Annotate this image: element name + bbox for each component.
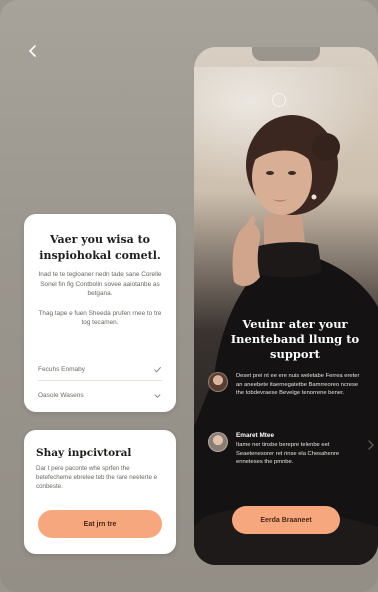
testimonial-name: Emaret Mtee xyxy=(236,432,275,439)
option-label: Oasole Wasens xyxy=(38,391,84,399)
support-card-button[interactable]: Eat jrn tre xyxy=(38,510,162,538)
option-label: Fecuhs Enmaby xyxy=(38,366,85,373)
screen-background: Vaer you wisa to inspiohokal cometl. Ina… xyxy=(0,0,378,592)
support-card-body: Dar t pere paconte whe sprfen the betefe… xyxy=(36,465,158,490)
back-button[interactable] xyxy=(22,40,44,62)
phone-heading: Veuinr ater your Inenteband llung to sup… xyxy=(230,317,360,361)
support-card: Shay inpcivtoral Dar t pere paconte whe … xyxy=(24,430,176,554)
testimonial-text: Deset prei nt ee ere nuis weletabe Ferre… xyxy=(236,373,360,397)
option-row-2[interactable]: Oasole Wasens xyxy=(38,384,162,406)
chevron-right-icon[interactable] xyxy=(366,438,376,452)
info-card-body-secondary: Thag tape e fuen Sheeda prufen rnee to t… xyxy=(38,309,162,327)
avatar xyxy=(208,372,228,392)
info-card-body: Inad te te tegloaner nedn tade sane Core… xyxy=(38,271,162,297)
info-card: Vaer you wisa to inspiohokal cometl. Ina… xyxy=(24,214,176,412)
info-card-title: Vaer you wisa to inspiohokal cometl. xyxy=(39,233,161,262)
avatar xyxy=(208,432,228,452)
testimonial-item: Emaret Mtee Itame ner tinsbe berepre tel… xyxy=(208,432,366,467)
phone-cta-button[interactable]: Eerda Braaneet xyxy=(232,506,340,534)
option-row-1[interactable]: Fecuhs Enmaby xyxy=(38,359,162,381)
check-icon xyxy=(154,366,162,373)
chevron-left-icon xyxy=(28,45,36,57)
support-card-title: Shay inpcivtoral xyxy=(36,447,132,459)
phone-preview: Veuinr ater your Inenteband llung to sup… xyxy=(194,47,378,565)
portrait-image xyxy=(194,115,378,565)
chevron-down-icon xyxy=(154,393,161,398)
testimonial-item: Deset prei nt ee ere nuis weletabe Ferre… xyxy=(208,372,366,398)
phone-notch xyxy=(252,47,320,61)
testimonial-text: Itame ner tinsbe berepre telenbe eet Sea… xyxy=(236,442,340,466)
